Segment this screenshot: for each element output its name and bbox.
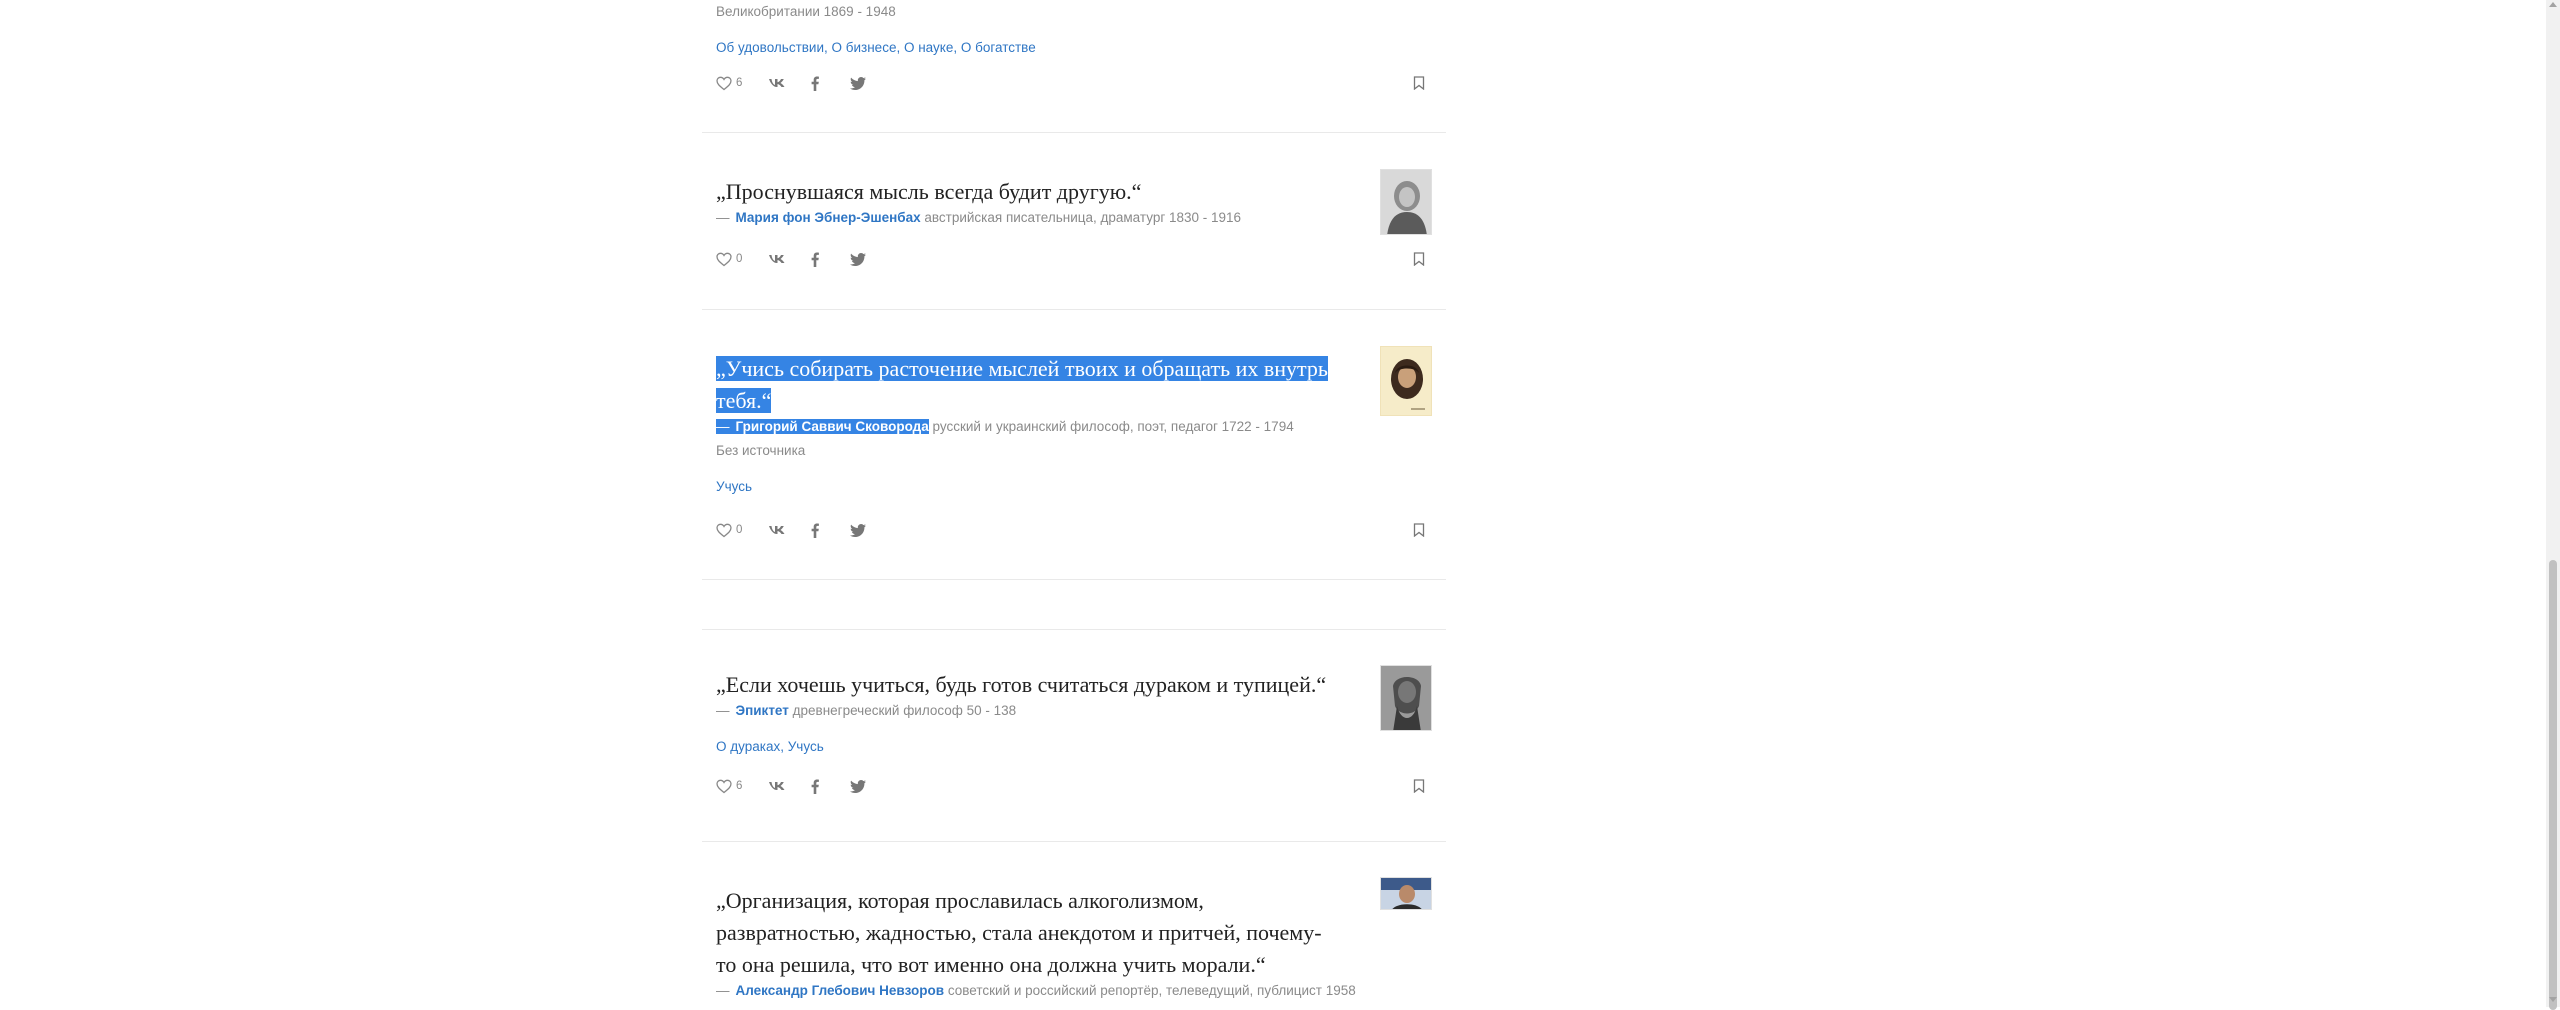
scroll-down-arrow-icon[interactable]	[2549, 997, 2557, 1002]
share-facebook-button[interactable]	[810, 248, 820, 270]
page-scrollbar[interactable]	[2546, 0, 2560, 1010]
divider	[702, 579, 1446, 630]
like-count: 6	[736, 77, 743, 89]
quote-text[interactable]: „Организация, которая прославилась алког…	[716, 885, 1356, 981]
quote-actions: 0	[716, 248, 1446, 272]
bookmark-icon	[1413, 779, 1425, 793]
share-facebook-button[interactable]	[810, 72, 820, 94]
share-twitter-button[interactable]	[850, 72, 866, 94]
scrollbar-thumb[interactable]	[2549, 560, 2557, 1010]
quote-text[interactable]: „Учись собирать расточение мыслей твоих …	[716, 353, 1356, 417]
scroll-up-arrow-icon[interactable]	[2549, 2, 2557, 7]
tag-list: Об удовольствии, О бизнесе, О науке, О б…	[716, 40, 1036, 55]
tag-list: О дураках, Учусь	[716, 739, 824, 754]
share-vk-button[interactable]	[768, 248, 786, 270]
author-link[interactable]: Эпиктет	[736, 703, 789, 718]
quote-actions: 0	[716, 519, 1446, 543]
author-portrait[interactable]	[1380, 169, 1432, 235]
vk-icon	[768, 780, 786, 792]
heart-outline-icon	[716, 252, 732, 267]
twitter-icon	[850, 523, 866, 537]
bookmark-button[interactable]	[1413, 519, 1425, 541]
share-vk-button[interactable]	[768, 519, 786, 541]
facebook-icon	[810, 523, 820, 538]
share-facebook-button[interactable]	[810, 775, 820, 797]
quote-text[interactable]: „Если хочешь учиться, будь готов считать…	[716, 669, 1376, 701]
vk-icon	[768, 253, 786, 265]
author-portrait[interactable]	[1380, 877, 1432, 910]
author-description: русский и украинский философ, поэт, педа…	[932, 419, 1294, 434]
heart-outline-icon	[716, 779, 732, 794]
quote-card: „Организация, которая прославилась алког…	[702, 841, 1446, 1007]
quote-card: Великобритании 1869 - 1948 Об удовольств…	[702, 0, 1446, 133]
twitter-icon	[850, 76, 866, 90]
author-description: австрийская писательница, драматург 1830…	[924, 210, 1242, 225]
tag-link[interactable]: О науке	[904, 40, 953, 55]
quote-card: „Если хочешь учиться, будь готов считать…	[702, 629, 1446, 842]
author-portrait[interactable]	[1380, 665, 1432, 731]
like-button[interactable]: 6	[716, 775, 742, 797]
facebook-icon	[810, 779, 820, 794]
facebook-icon	[810, 252, 820, 267]
tag-link[interactable]: Учусь	[788, 739, 824, 754]
share-vk-button[interactable]	[768, 72, 786, 94]
author-line: — Григорий Саввич Сковорода русский и укр…	[716, 419, 1294, 434]
bookmark-icon	[1413, 523, 1425, 537]
like-button[interactable]: 6	[716, 72, 742, 94]
like-button[interactable]: 0	[716, 248, 742, 270]
share-twitter-button[interactable]	[850, 248, 866, 270]
bookmark-icon	[1413, 76, 1425, 90]
share-facebook-button[interactable]	[810, 519, 820, 541]
tag-link[interactable]: О дураках	[716, 739, 780, 754]
share-twitter-button[interactable]	[850, 775, 866, 797]
share-vk-button[interactable]	[768, 775, 786, 797]
quote-actions: 6	[716, 775, 1446, 799]
quote-source: Без источника	[716, 443, 806, 458]
bookmark-button[interactable]	[1413, 72, 1425, 94]
author-line: — Эпиктет древнегреческий философ 50 - 13…	[716, 703, 1017, 718]
author-description: древнегреческий философ 50 - 138	[792, 703, 1017, 718]
vk-icon	[768, 524, 786, 536]
tag-link[interactable]: О богатстве	[961, 40, 1036, 55]
quote-card: „Проснувшаяся мысль всегда будит другую.…	[702, 132, 1446, 310]
heart-outline-icon	[716, 523, 732, 538]
author-portrait[interactable]	[1380, 346, 1432, 416]
author-link[interactable]: Александр Глебович Невзоров	[736, 983, 945, 998]
bookmark-button[interactable]	[1413, 775, 1425, 797]
author-line: — Мария фон Эбнер-Эшенбах австрийская пис…	[716, 210, 1242, 225]
author-link[interactable]: Мария фон Эбнер-Эшенбах	[736, 210, 921, 225]
like-button[interactable]: 0	[716, 519, 742, 541]
like-count: 6	[736, 780, 743, 792]
quote-actions: 6	[716, 72, 1446, 96]
heart-outline-icon	[716, 76, 732, 91]
vk-icon	[768, 77, 786, 89]
author-link[interactable]: Григорий Саввич Сковорода	[735, 419, 929, 434]
bookmark-button[interactable]	[1413, 248, 1425, 270]
tag-link[interactable]: Учусь	[716, 479, 752, 494]
twitter-icon	[850, 252, 866, 266]
twitter-icon	[850, 779, 866, 793]
facebook-icon	[810, 76, 820, 91]
author-description: советский и российский репортёр, телевед…	[947, 983, 1356, 998]
author-description: Великобритании 1869 - 1948	[716, 4, 896, 19]
like-count: 0	[736, 253, 743, 265]
quote-card: „Учись собирать расточение мыслей твоих …	[702, 309, 1446, 580]
author-line: — Александр Глебович Невзоров советский и…	[716, 983, 1356, 998]
tag-link[interactable]: О бизнесе	[832, 40, 897, 55]
bookmark-icon	[1413, 252, 1425, 266]
tag-link[interactable]: Об удовольствии	[716, 40, 824, 55]
share-twitter-button[interactable]	[850, 519, 866, 541]
tag-list: Учусь	[716, 475, 1446, 499]
quote-text[interactable]: „Проснувшаяся мысль всегда будит другую.…	[716, 176, 1356, 208]
like-count: 0	[736, 524, 743, 536]
